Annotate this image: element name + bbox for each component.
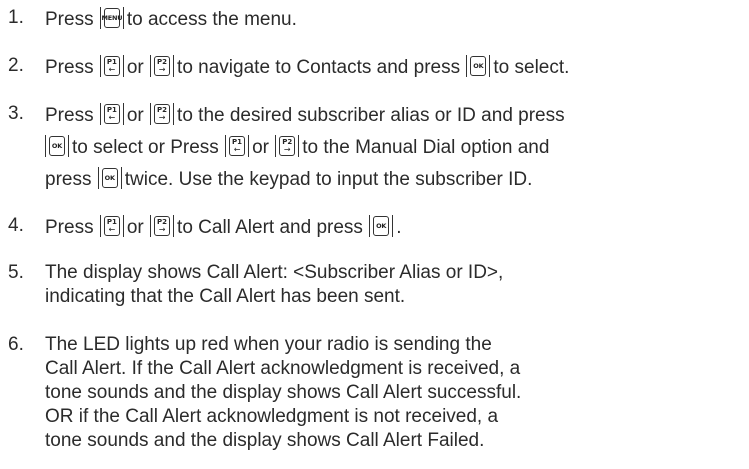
step-line: OK to select or Press P1 ← or P2 → to the Man… <box>45 135 549 159</box>
ok-key-icon: OK <box>369 215 394 237</box>
p2-right-key-icon: P2 → <box>150 55 175 77</box>
p2-right-key-icon: P2 → <box>150 103 175 125</box>
instruction-list: 1. Press MENU to access the menu. 2. Pres… <box>0 0 749 469</box>
step-line: Press P1 ← or P2 → to Call Alert and press O… <box>45 215 402 238</box>
menu-key-icon: MENU <box>99 7 124 29</box>
step-line: OR if the Call Alert acknowledgment is n… <box>45 406 499 427</box>
ok-key-icon: OK <box>97 167 122 189</box>
step-line: press OK twice. Use the keypad to input t… <box>45 167 533 190</box>
p2-right-key-icon: P2 → <box>275 135 300 157</box>
p2-right-key-icon: P2 → <box>150 215 175 237</box>
step-number: 5. <box>8 262 24 283</box>
p1-left-key-icon: P1 ← <box>225 135 250 157</box>
step-line: The display shows Call Alert: <Subscribe… <box>45 262 504 283</box>
step-line: tone sounds and the display shows Call A… <box>45 382 522 403</box>
step-number: 6. <box>8 334 24 355</box>
p1-left-key-icon: P1 ← <box>99 215 124 237</box>
step-number: 4. <box>8 215 24 236</box>
step-number: 2. <box>8 55 24 76</box>
step-line: Call Alert. If the Call Alert acknowledg… <box>45 358 521 379</box>
step-number: 3. <box>8 103 24 124</box>
step-line: Press P1 ← or P2 → to the desired subscriber… <box>45 103 565 126</box>
step-line: Press MENU to access the menu. <box>45 7 297 30</box>
step-number: 1. <box>8 7 24 28</box>
step-line: Press P1 ← or P2 → to navigate to Contacts a… <box>45 55 570 78</box>
step-line: tone sounds and the display shows Call A… <box>45 430 485 451</box>
step-line: indicating that the Call Alert has been … <box>45 286 406 307</box>
p1-left-key-icon: P1 ← <box>99 103 124 125</box>
ok-key-icon: OK <box>466 55 491 77</box>
ok-key-icon: OK <box>45 135 69 157</box>
p1-left-key-icon: P1 ← <box>99 55 124 77</box>
step-line: The LED lights up red when your radio is… <box>45 334 492 355</box>
